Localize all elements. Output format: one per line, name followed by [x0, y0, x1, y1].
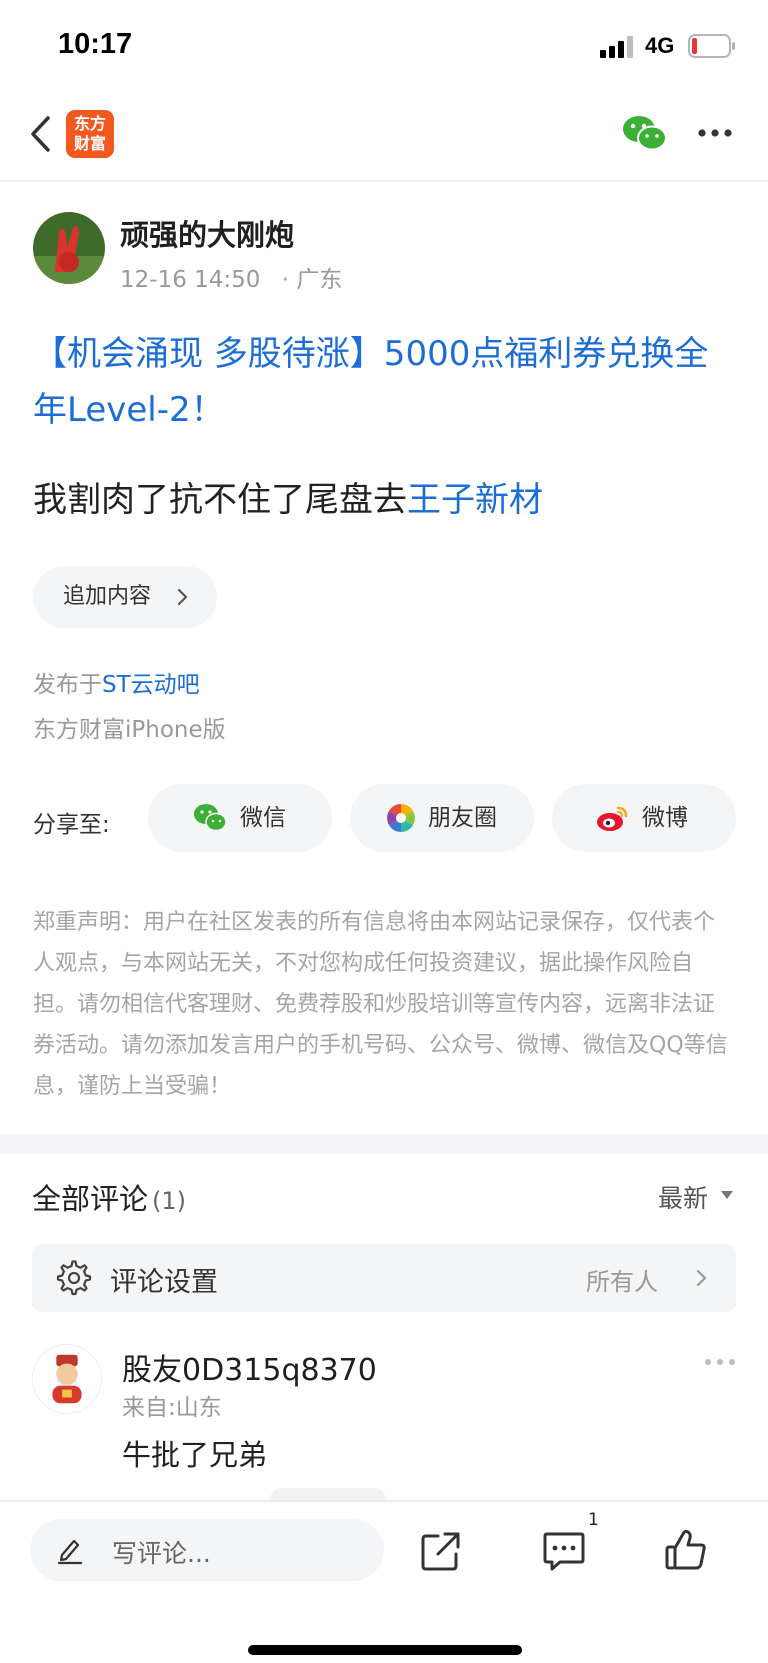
- author-avatar[interactable]: [33, 212, 105, 284]
- chevron-right-icon: [177, 588, 188, 606]
- caret-down-icon[interactable]: [720, 1190, 734, 1200]
- board-link[interactable]: ST云动吧: [102, 672, 200, 698]
- wechat-icon[interactable]: [622, 114, 668, 152]
- author-name[interactable]: 顽强的大刚炮: [120, 212, 294, 254]
- moments-icon: [387, 804, 415, 832]
- signal-icon: [600, 36, 633, 58]
- commenter-location: 来自:山东: [122, 1395, 222, 1421]
- gear-icon: [56, 1260, 92, 1296]
- post-date: 12-16 14:50: [120, 267, 261, 293]
- share-wechat-label: 微信: [240, 805, 286, 831]
- comments-title: 全部评论: [32, 1182, 149, 1216]
- logo-text-line2: 财富: [73, 134, 106, 153]
- share-label: 分享至:: [33, 812, 110, 838]
- comment-icon[interactable]: [542, 1530, 586, 1572]
- comment-settings-row[interactable]: 评论设置 所有人: [32, 1244, 736, 1312]
- wechat-icon: [194, 804, 227, 832]
- bottom-action-bar: 写评论... 1: [0, 1500, 768, 1663]
- share-wechat-button[interactable]: 微信: [148, 784, 332, 852]
- published-in: 发布于ST云动吧: [33, 665, 200, 699]
- write-comment-input[interactable]: 写评论...: [30, 1519, 384, 1581]
- more-options-icon[interactable]: [697, 128, 733, 138]
- stock-link[interactable]: 王子新材: [407, 480, 543, 520]
- comment-settings-value: 所有人: [586, 1268, 658, 1296]
- more-options-icon[interactable]: [704, 1358, 736, 1366]
- published-prefix: 发布于: [33, 672, 102, 698]
- commenter-name[interactable]: 股友0D315q8370: [122, 1345, 377, 1389]
- status-time: 10:17: [58, 28, 133, 60]
- share-icon[interactable]: [420, 1530, 462, 1572]
- append-content-button[interactable]: 追加内容: [33, 566, 217, 628]
- post-location: · 广东: [281, 267, 343, 293]
- home-indicator[interactable]: [248, 1645, 522, 1655]
- section-divider: [0, 1134, 768, 1154]
- post-body: 我割肉了抗不住了尾盘去王子新材: [33, 472, 733, 528]
- append-content-label: 追加内容: [63, 584, 152, 609]
- comment-count-badge: 1: [588, 1510, 599, 1530]
- comment-settings-label: 评论设置: [110, 1267, 218, 1298]
- status-bar: 10:17 4G: [0, 0, 768, 96]
- share-moments-label: 朋友圈: [428, 805, 497, 831]
- client-source: 东方财富iPhone版: [33, 717, 226, 743]
- pencil-icon: [57, 1539, 83, 1565]
- chevron-right-icon: [696, 1269, 707, 1287]
- thumbs-up-icon[interactable]: [664, 1528, 708, 1572]
- comments-header: 全部评论 (1): [32, 1176, 186, 1218]
- sort-selector[interactable]: 最新: [658, 1179, 708, 1215]
- commenter-avatar[interactable]: [32, 1344, 102, 1414]
- top-nav: 东方 财富: [0, 96, 768, 182]
- share-weibo-label: 微博: [642, 805, 688, 831]
- write-comment-placeholder: 写评论...: [112, 1539, 211, 1568]
- weibo-icon: [597, 806, 628, 831]
- disclaimer-text: 郑重声明：用户在社区发表的所有信息将由本网站记录保存，仅代表个人观点，与本网站无…: [33, 910, 728, 1099]
- share-moments-button[interactable]: 朋友圈: [350, 784, 534, 852]
- back-arrow-icon[interactable]: [28, 114, 54, 154]
- comment-text: 牛批了兄弟: [122, 1438, 268, 1472]
- post-meta: 12-16 14:50 · 广东: [120, 260, 356, 294]
- comments-count: (1): [152, 1187, 187, 1215]
- share-weibo-button[interactable]: 微博: [552, 784, 736, 852]
- post-body-text: 我割肉了抗不住了尾盘去: [33, 480, 407, 520]
- battery-icon: [688, 34, 735, 58]
- network-type: 4G: [645, 33, 675, 58]
- logo-text-line1: 东方: [73, 114, 106, 133]
- app-logo: 东方 财富: [66, 110, 114, 158]
- post-title[interactable]: 【机会涌现 多股待涨】5000点福利券兑换全年Level-2！: [33, 326, 733, 438]
